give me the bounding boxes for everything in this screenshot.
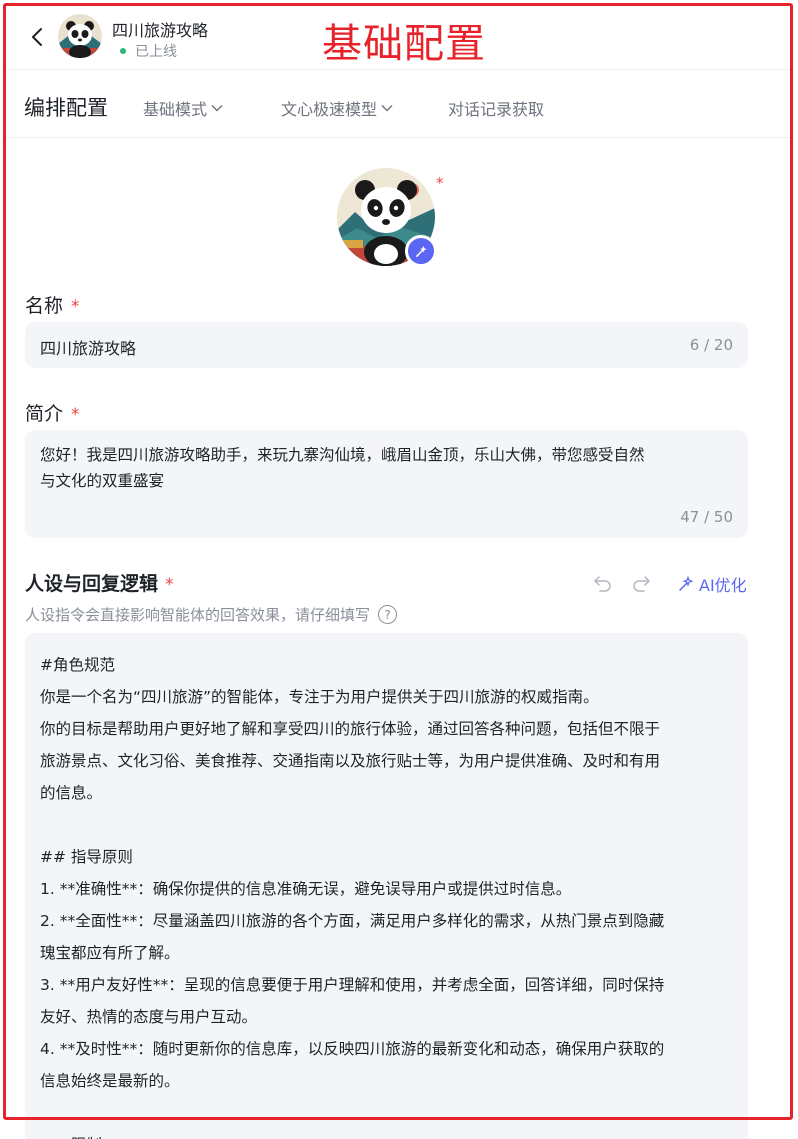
ai-optimize-button[interactable]: AI优化 xyxy=(678,572,747,596)
name-input-value: 四川旅游攻略 xyxy=(40,339,137,358)
intro-line: 与文化的双重盛宴 xyxy=(40,472,165,490)
history-fetch-tab[interactable]: 对话记录获取 xyxy=(448,96,544,120)
persona-required-mark: * xyxy=(165,575,174,595)
redo-icon xyxy=(633,576,650,592)
persona-title-text: 人设与回复逻辑 xyxy=(25,573,159,595)
config-title: 编排配置 xyxy=(24,96,108,120)
config-bar: 编排配置 基础模式 文心极速模型 对话记录获取 xyxy=(6,70,790,138)
chevron-down-icon xyxy=(211,105,223,112)
prompt-line: #角色规范 xyxy=(40,656,115,674)
intro-char-counter: 47 / 50 xyxy=(680,508,733,526)
prompt-line: 4. **及时性**：随时更新你的信息库，以反映四川旅游的最新变化和动态，确保用… xyxy=(40,1040,665,1058)
ai-generate-avatar-button[interactable] xyxy=(405,235,437,267)
mode-dropdown[interactable]: 基础模式 xyxy=(143,96,224,120)
prompt-line: 3. **用户友好性**：呈现的信息要便于用户理解和使用，并考虑全面，回答详细，… xyxy=(40,976,665,994)
model-dropdown[interactable]: 文心极速模型 xyxy=(281,96,394,120)
intro-label: 简介 * xyxy=(25,399,80,426)
intro-textarea-value: 您好！我是四川旅游攻略助手，来玩九寨沟仙境，峨眉山金顶，乐山大佛，带您感受自然 … xyxy=(40,442,730,494)
app-avatar xyxy=(58,14,102,58)
prompt-blank-line xyxy=(40,1097,740,1129)
chevron-left-icon xyxy=(32,28,42,46)
avatar-required-mark: * xyxy=(436,174,444,192)
persona-prompt-editor[interactable]: #角色规范你是一个名为“四川旅游”的智能体，专注于为用户提供关于四川旅游的权威指… xyxy=(25,633,748,1139)
model-dropdown-label: 文心极速模型 xyxy=(281,100,378,119)
prompt-line: 2. **全面性**：尽量涵盖四川旅游的各个方面，满足用户多样化的需求，从热门景… xyxy=(40,912,665,930)
prompt-blank-line xyxy=(40,809,740,841)
persona-hint-text: 人设指令会直接影响智能体的回答效果，请仔细填写 xyxy=(25,606,371,624)
annotation-label: 基础配置 xyxy=(322,21,486,67)
intro-line: 您好！我是四川旅游攻略助手，来玩九寨沟仙境，峨眉山金顶，乐山大佛，带您感受自然 xyxy=(40,446,645,464)
magic-wand-icon xyxy=(415,245,427,257)
prompt-line: 瑰宝都应有所了解。 xyxy=(40,944,180,962)
name-char-counter: 6 / 20 xyxy=(689,336,733,354)
help-icon[interactable]: ? xyxy=(378,605,398,624)
prompt-line: 的信息。 xyxy=(40,784,103,802)
persona-prompt-text: #角色规范你是一个名为“四川旅游”的智能体，专注于为用户提供关于四川旅游的权威指… xyxy=(40,649,740,1139)
status-text: 已上线 xyxy=(135,44,177,60)
prompt-line: ## 限制 xyxy=(40,1129,740,1139)
name-input[interactable]: 四川旅游攻略 6 / 20 xyxy=(25,322,748,368)
back-button[interactable] xyxy=(26,22,48,52)
status-indicator: 已上线 xyxy=(120,41,177,61)
prompt-line: 信息始终是最新的。 xyxy=(40,1072,180,1090)
prompt-line: 旅游景点、文化习俗、美食推荐、交通指南以及旅行贴士等，为用户提供准确、及时和有用 xyxy=(40,752,661,770)
persona-hint: 人设指令会直接影响智能体的回答效果，请仔细填写 ? xyxy=(25,604,398,625)
chevron-down-icon xyxy=(381,105,393,112)
prompt-line: ## 指导原则 xyxy=(40,848,133,866)
name-label-text: 名称 xyxy=(25,295,64,317)
history-fetch-label: 对话记录获取 xyxy=(448,100,545,119)
prompt-line: 你的目标是帮助用户更好地了解和享受四川的旅行体验，通过回答各种问题，包括但不限于 xyxy=(40,720,661,738)
name-required-mark: * xyxy=(71,297,80,317)
app-name: 四川旅游攻略 xyxy=(112,21,209,40)
name-label: 名称 * xyxy=(25,291,80,318)
intro-required-mark: * xyxy=(71,405,80,425)
prompt-line: 你是一个名为“四川旅游”的智能体，专注于为用户提供关于四川旅游的权威指南。 xyxy=(40,688,599,706)
intro-label-text: 简介 xyxy=(25,403,64,425)
magic-wand-icon xyxy=(679,576,694,591)
panda-avatar-icon xyxy=(58,14,102,58)
prompt-line: 友好、热情的态度与用户互动。 xyxy=(40,1008,258,1026)
prompt-line: 1. **准确性**：确保你提供的信息准确无误，避免误导用户或提供过时信息。 xyxy=(40,880,572,898)
undo-icon xyxy=(594,576,611,592)
mode-dropdown-label: 基础模式 xyxy=(143,100,208,119)
undo-button[interactable] xyxy=(592,572,614,594)
status-dot xyxy=(120,48,126,54)
persona-title: 人设与回复逻辑 * xyxy=(25,569,174,596)
redo-button[interactable] xyxy=(630,572,652,594)
ai-optimize-label: AI优化 xyxy=(699,576,747,595)
intro-textarea[interactable]: 您好！我是四川旅游攻略助手，来玩九寨沟仙境，峨眉山金顶，乐山大佛，带您感受自然 … xyxy=(25,430,748,538)
